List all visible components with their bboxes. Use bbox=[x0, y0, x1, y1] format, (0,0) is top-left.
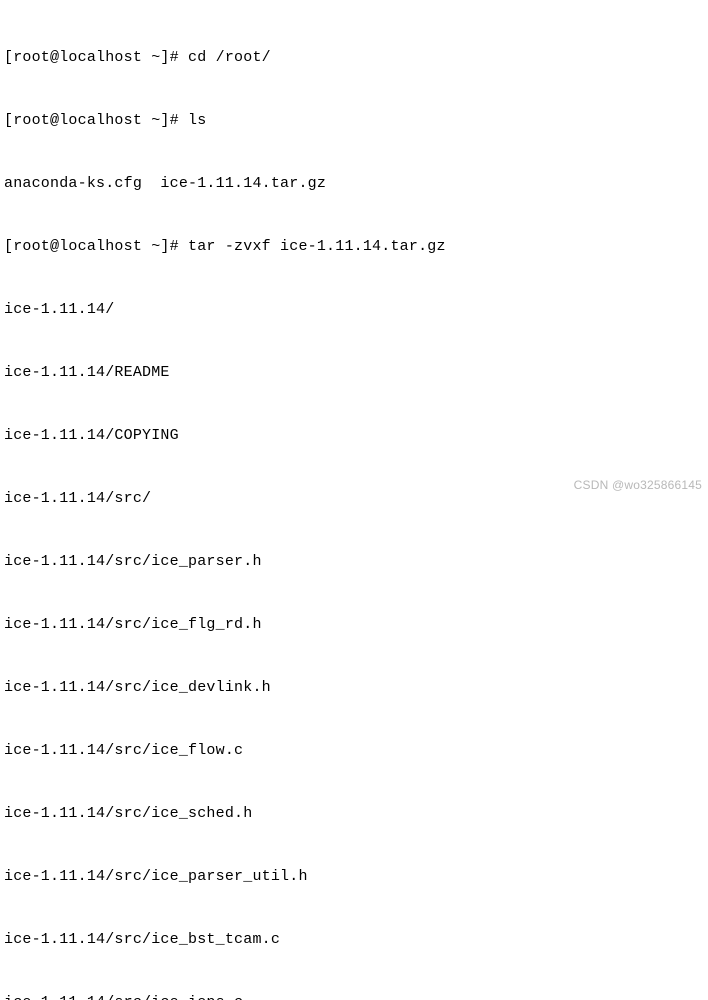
terminal-line: anaconda-ks.cfg ice-1.11.14.tar.gz bbox=[4, 173, 704, 194]
terminal-output[interactable]: [root@localhost ~]# cd /root/ [root@loca… bbox=[4, 5, 704, 1000]
terminal-line: ice-1.11.14/src/ice_flg_rd.h bbox=[4, 614, 704, 635]
terminal-line: ice-1.11.14/src/ice_devlink.h bbox=[4, 677, 704, 698]
terminal-line: ice-1.11.14/src/ice_bst_tcam.c bbox=[4, 929, 704, 950]
terminal-line: ice-1.11.14/src/ice_ieps.c bbox=[4, 992, 704, 1000]
terminal-line: [root@localhost ~]# cd /root/ bbox=[4, 47, 704, 68]
terminal-line: ice-1.11.14/src/ice_flow.c bbox=[4, 740, 704, 761]
terminal-line: ice-1.11.14/src/ice_sched.h bbox=[4, 803, 704, 824]
terminal-line: [root@localhost ~]# tar -zvxf ice-1.11.1… bbox=[4, 236, 704, 257]
terminal-line: ice-1.11.14/src/ice_parser_util.h bbox=[4, 866, 704, 887]
terminal-line: ice-1.11.14/ bbox=[4, 299, 704, 320]
terminal-line: ice-1.11.14/src/ice_parser.h bbox=[4, 551, 704, 572]
terminal-line: ice-1.11.14/COPYING bbox=[4, 425, 704, 446]
terminal-line: [root@localhost ~]# ls bbox=[4, 110, 704, 131]
terminal-line: ice-1.11.14/README bbox=[4, 362, 704, 383]
watermark-text: CSDN @wo325866145 bbox=[574, 475, 702, 496]
